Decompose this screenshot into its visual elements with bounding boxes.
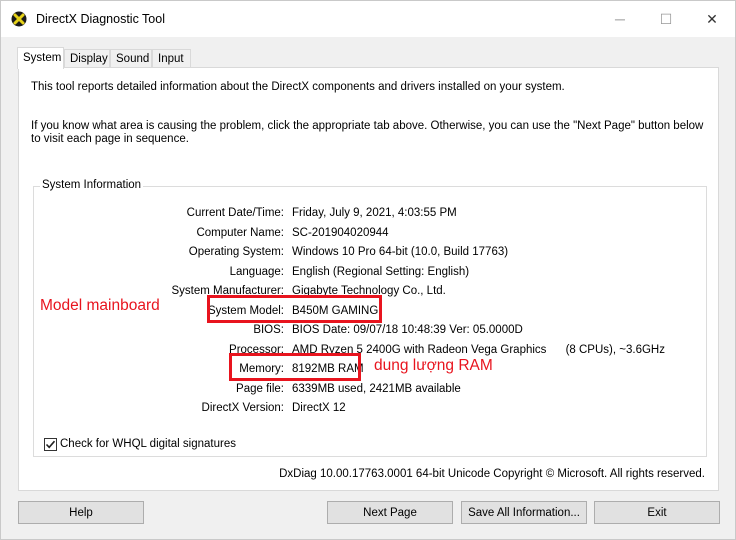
help-button[interactable]: Help <box>18 501 144 524</box>
maximize-button[interactable]: ☐ <box>643 1 689 37</box>
tab-system[interactable]: System <box>17 47 64 69</box>
exit-button[interactable]: Exit <box>594 501 720 524</box>
whql-checkbox[interactable] <box>44 437 57 451</box>
annotation-ram: dung lượng RAM <box>374 357 493 374</box>
info-value: Friday, July 9, 2021, 4:03:55 PM <box>292 207 457 219</box>
info-row-memory: Memory: 8192MB RAM <box>34 363 708 379</box>
info-value: Windows 10 Pro 64-bit (10.0, Build 17763… <box>292 246 509 258</box>
intro-text: This tool reports detailed information a… <box>31 81 565 93</box>
info-row-computer-name: Computer Name: SC-201904020944 <box>34 227 708 243</box>
whql-checkbox-row[interactable]: Check for WHQL digital signatures <box>44 436 236 452</box>
info-row-language: Language: English (Regional Setting: Eng… <box>34 266 708 282</box>
group-title: System Information <box>40 179 144 191</box>
info-label: Operating System: <box>188 246 284 258</box>
intro-hint-text: If you know what area is causing the pro… <box>31 120 704 145</box>
info-label: Current Date/Time: <box>186 207 284 219</box>
title-bar[interactable]: DirectX Diagnostic Tool ─ ☐ ✕ <box>1 1 735 37</box>
tab-display[interactable]: Display <box>64 49 110 68</box>
copyright-text: DxDiag 10.00.17763.0001 64-bit Unicode C… <box>279 468 705 480</box>
info-row-page-file: Page file: 6339MB used, 2421MB available <box>34 383 708 399</box>
directx-icon <box>11 11 27 27</box>
tab-sound[interactable]: Sound <box>110 49 152 68</box>
info-row-processor: Processor: AMD Ryzen 5 2400G with Radeon… <box>34 344 708 360</box>
minimize-button[interactable]: ─ <box>597 1 643 37</box>
info-value: BIOS Date: 09/07/18 10:48:39 Ver: 05.000… <box>292 324 523 336</box>
info-value: 6339MB used, 2421MB available <box>292 382 461 395</box>
whql-checkbox-label: Check for WHQL digital signatures <box>60 438 236 450</box>
dxdiag-window: DirectX Diagnostic Tool ─ ☐ ✕ System Dis… <box>0 0 736 540</box>
info-label: Language: <box>229 265 284 278</box>
tab-input[interactable]: Input <box>152 49 191 68</box>
close-button[interactable]: ✕ <box>689 1 735 37</box>
info-value: English (Regional Setting: English) <box>292 265 470 278</box>
info-value: SC-201904020944 <box>292 226 389 239</box>
info-row-date: Current Date/Time: Friday, July 9, 2021,… <box>34 207 708 223</box>
info-value: DirectX 12 <box>292 402 346 414</box>
info-label: DirectX Version: <box>201 402 284 414</box>
system-tab-panel: This tool reports detailed information a… <box>18 67 719 491</box>
info-label: BIOS: <box>253 324 284 336</box>
info-row-directx-version: DirectX Version: DirectX 12 <box>34 402 708 418</box>
save-all-information-button[interactable]: Save All Information... <box>461 501 587 524</box>
info-label: Computer Name: <box>196 226 284 239</box>
highlight-box-memory <box>229 353 361 381</box>
highlight-box-system-model <box>207 295 382 323</box>
info-row-bios: BIOS: BIOS Date: 09/07/18 10:48:39 Ver: … <box>34 324 708 340</box>
info-row-os: Operating System: Windows 10 Pro 64-bit … <box>34 246 708 262</box>
annotation-mainboard: Model mainboard <box>40 297 160 314</box>
next-page-button[interactable]: Next Page <box>327 501 453 524</box>
window-title: DirectX Diagnostic Tool <box>36 12 165 26</box>
checkmark-icon <box>45 440 56 448</box>
info-label: Page file: <box>236 382 284 395</box>
